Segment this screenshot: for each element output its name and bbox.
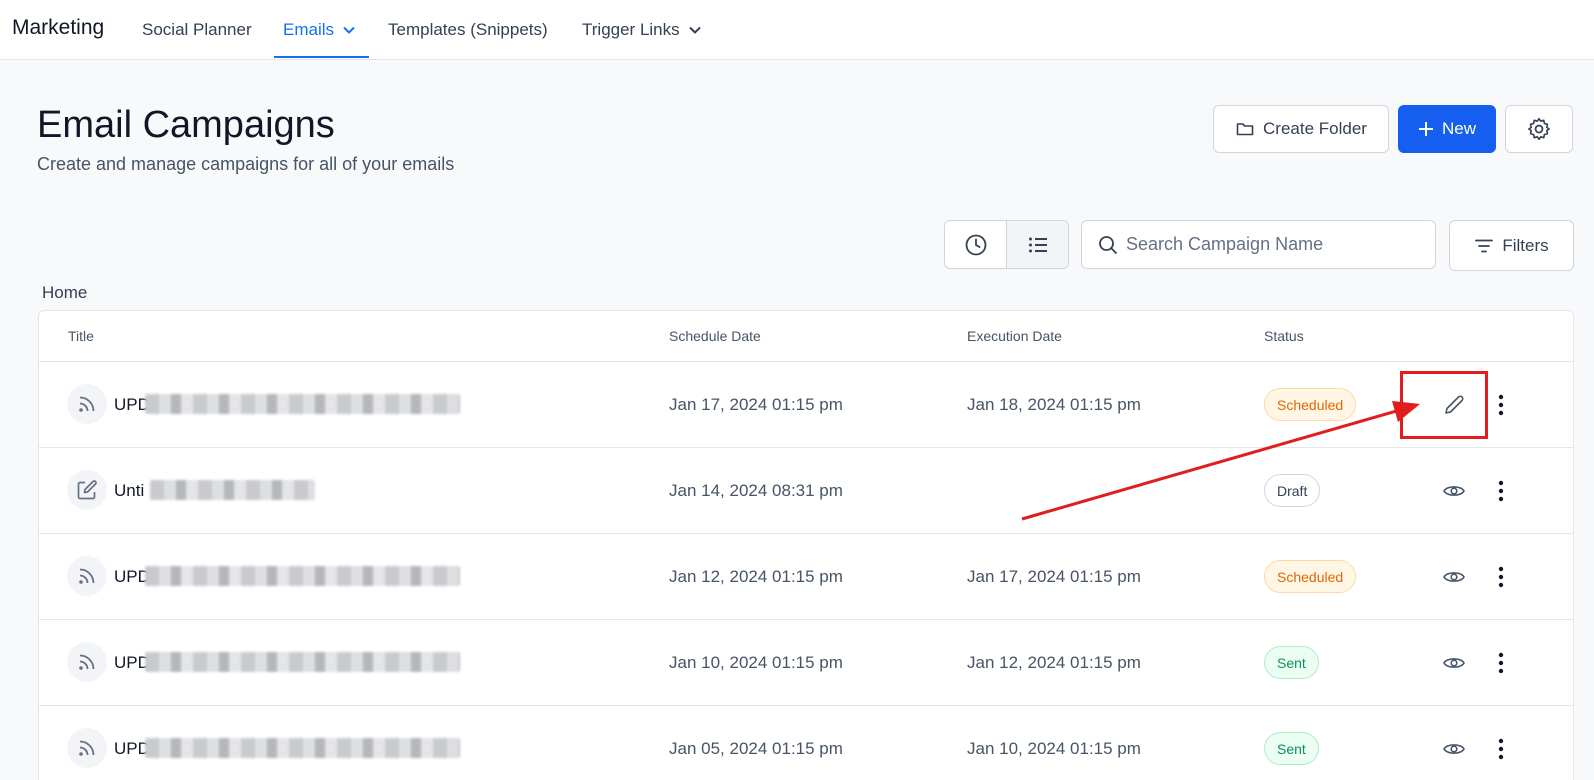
table-row[interactable]: UPD Jan 12, 2024 01:15 pm Jan 17, 2024 0… [39, 534, 1573, 620]
filters-label: Filters [1502, 235, 1549, 255]
eye-icon [1443, 658, 1465, 668]
new-label: New [1441, 119, 1476, 138]
schedule-date: Jan 05, 2024 01:15 pm [669, 739, 843, 758]
list-view-button[interactable] [1006, 221, 1068, 268]
filter-icon [1475, 239, 1494, 252]
more-options-button[interactable] [1486, 476, 1516, 506]
search-icon [1099, 235, 1117, 254]
table-header: Title Schedule Date Execution Date Statu… [39, 311, 1573, 362]
app-brand: Marketing [12, 16, 105, 39]
top-nav: Marketing Social Planner Emails Template… [0, 0, 1594, 60]
schedule-date: Jan 17, 2024 01:15 pm [669, 395, 843, 414]
execution-date: Jan 12, 2024 01:15 pm [967, 653, 1141, 672]
execution-date: Jan 10, 2024 01:15 pm [967, 739, 1141, 758]
more-options-button[interactable] [1486, 734, 1516, 764]
kebab-menu-icon [1498, 566, 1504, 588]
table-row[interactable]: UPD Jan 17, 2024 01:15 pm Jan 18, 2024 0… [39, 362, 1573, 448]
nav-trigger-links[interactable]: Trigger Links [582, 20, 702, 40]
redacted-title [145, 394, 460, 414]
kebab-menu-icon [1498, 652, 1504, 674]
create-folder-label: Create Folder [1263, 119, 1367, 138]
rss-icon [67, 642, 107, 682]
campaign-title[interactable]: Unti [114, 481, 144, 501]
preview-button[interactable] [1439, 648, 1469, 678]
schedule-date: Jan 10, 2024 01:15 pm [669, 653, 843, 672]
column-status[interactable]: Status [1264, 328, 1304, 344]
clock-icon [965, 234, 986, 255]
gear-icon [1528, 117, 1550, 141]
active-tab-indicator [274, 56, 369, 58]
execution-date: Jan 17, 2024 01:15 pm [967, 567, 1141, 586]
status-badge: Draft [1264, 474, 1321, 507]
annotation-highlight-box [1400, 371, 1488, 439]
filters-button[interactable]: Filters [1449, 220, 1574, 271]
rss-icon [67, 384, 107, 424]
execution-date: Jan 18, 2024 01:15 pm [967, 395, 1141, 414]
status-badge: Scheduled [1264, 560, 1357, 593]
status-badge: Scheduled [1264, 388, 1357, 421]
preview-button[interactable] [1439, 734, 1469, 764]
chevron-down-icon [343, 26, 355, 34]
search-box [1081, 220, 1436, 269]
create-folder-button[interactable]: Create Folder [1213, 105, 1389, 153]
new-campaign-button[interactable]: New [1398, 105, 1496, 153]
recent-view-button[interactable] [945, 221, 1006, 268]
chevron-down-icon [688, 26, 701, 34]
edit-icon [67, 470, 107, 510]
more-options-button[interactable] [1486, 648, 1516, 678]
nav-label: Trigger Links [582, 20, 680, 39]
nav-label: Social Planner [142, 20, 252, 39]
view-toggle [944, 220, 1069, 269]
eye-icon [1443, 744, 1465, 754]
redacted-title [150, 480, 315, 500]
rss-icon [67, 728, 107, 768]
column-title[interactable]: Title [68, 328, 94, 344]
column-execution-date[interactable]: Execution Date [967, 328, 1062, 344]
kebab-menu-icon [1498, 480, 1504, 502]
schedule-date: Jan 12, 2024 01:15 pm [669, 567, 843, 586]
breadcrumb[interactable]: Home [42, 283, 87, 303]
table-row[interactable]: Unti Jan 14, 2024 08:31 pm Draft [39, 448, 1573, 534]
rss-icon [67, 556, 107, 596]
nav-label: Emails [283, 20, 335, 39]
preview-button[interactable] [1439, 562, 1469, 592]
table-row[interactable]: UPD Jan 10, 2024 01:15 pm Jan 12, 2024 0… [39, 620, 1573, 706]
list-icon [1028, 237, 1047, 252]
nav-social-planner[interactable]: Social Planner [142, 20, 252, 40]
redacted-title [145, 738, 460, 758]
plus-icon [1418, 122, 1433, 136]
eye-icon [1443, 572, 1465, 582]
page-subtitle: Create and manage campaigns for all of y… [37, 154, 455, 174]
kebab-menu-icon [1498, 394, 1504, 416]
eye-icon [1443, 486, 1465, 496]
column-schedule-date[interactable]: Schedule Date [669, 328, 761, 344]
campaigns-table: Title Schedule Date Execution Date Statu… [38, 310, 1574, 780]
preview-button[interactable] [1439, 476, 1469, 506]
status-badge: Sent [1264, 646, 1319, 679]
more-options-button[interactable] [1486, 562, 1516, 592]
kebab-menu-icon [1498, 738, 1504, 760]
search-input[interactable] [1126, 234, 1416, 255]
folder-icon [1236, 123, 1254, 136]
nav-label: Templates (Snippets) [388, 20, 548, 39]
schedule-date: Jan 14, 2024 08:31 pm [669, 481, 843, 500]
nav-emails[interactable]: Emails [283, 20, 356, 40]
redacted-title [145, 566, 460, 586]
status-badge: Sent [1264, 732, 1319, 765]
settings-button[interactable] [1505, 105, 1573, 153]
table-row[interactable]: UPD Jan 05, 2024 01:15 pm Jan 10, 2024 0… [39, 706, 1573, 780]
nav-templates[interactable]: Templates (Snippets) [388, 20, 548, 40]
page-title: Email Campaigns [37, 104, 335, 146]
redacted-title [145, 652, 460, 672]
more-options-button[interactable] [1486, 390, 1516, 420]
